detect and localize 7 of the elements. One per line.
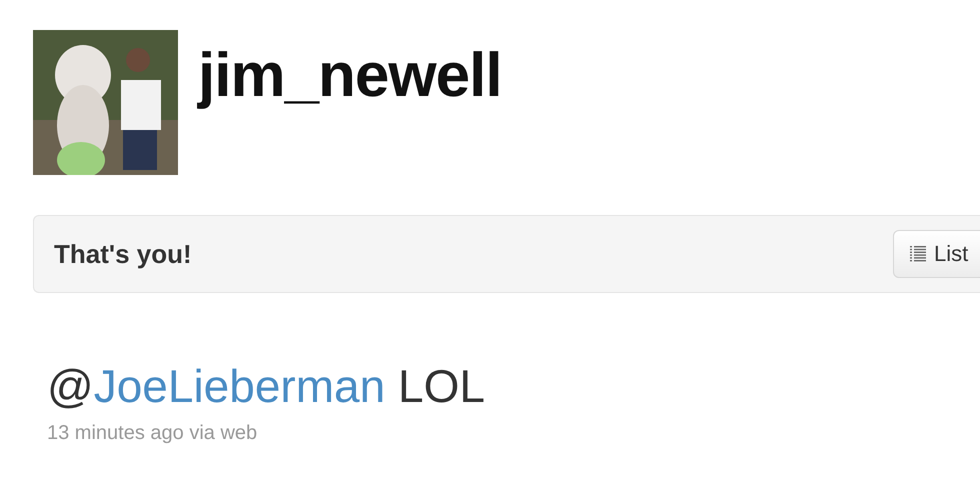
tweet-meta: 13 minutes ago via web xyxy=(47,422,258,445)
list-icon xyxy=(910,246,926,262)
username: jim_newell xyxy=(198,40,502,111)
lists-button[interactable]: List xyxy=(893,230,980,278)
tweet-text: @JoeLieberman LOL xyxy=(47,361,486,412)
banner-text: That's you! xyxy=(54,238,192,270)
mention-link[interactable]: JoeLieberman xyxy=(94,360,386,412)
